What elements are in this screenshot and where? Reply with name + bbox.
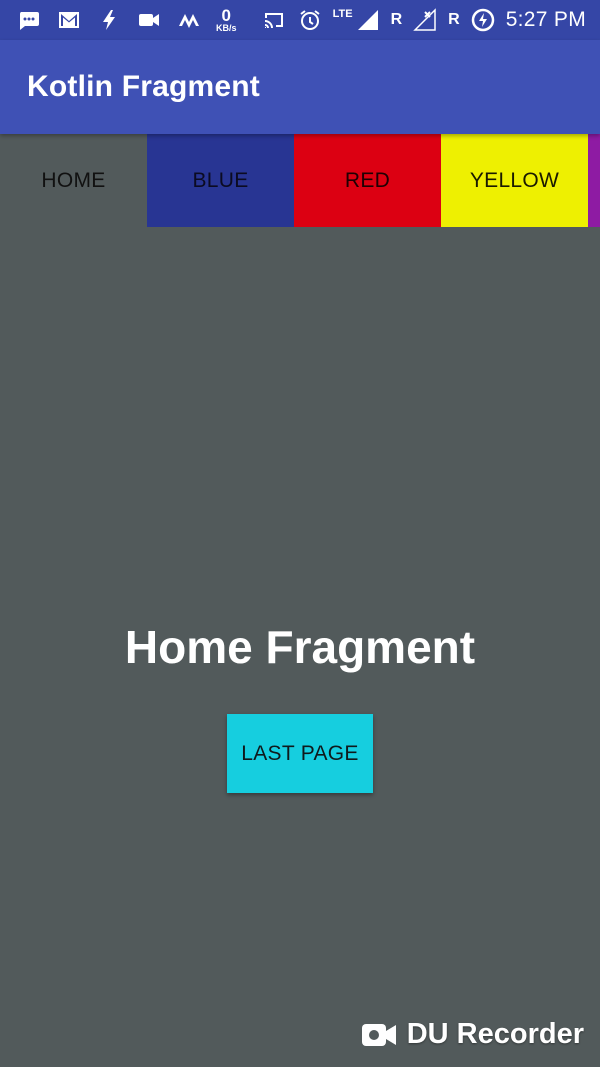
status-bar: 0 KB/s LTE R R 5:27 PM <box>0 0 600 40</box>
tab-blue[interactable]: BLUE <box>147 134 294 227</box>
flash-icon <box>96 7 122 33</box>
network-speed-value: 0 <box>221 6 231 25</box>
video-camera-icon <box>136 7 162 33</box>
app-bar: Kotlin Fragment <box>0 40 600 134</box>
network-type-label: LTE <box>332 8 353 20</box>
cast-icon <box>261 7 287 33</box>
signal-icon <box>355 7 381 33</box>
tab-purple[interactable] <box>588 134 600 227</box>
alarm-icon <box>297 7 323 33</box>
fragment-title: Home Fragment <box>124 621 476 673</box>
m-logo-icon <box>176 7 202 33</box>
battery-charging-icon <box>470 7 496 33</box>
network-speed-unit: KB/s <box>216 23 237 33</box>
chat-bubble-icon <box>16 7 42 33</box>
tab-yellow[interactable]: YELLOW <box>441 134 588 227</box>
signal-no-service-icon <box>412 7 438 33</box>
watermark-text: DU Recorder <box>406 1018 584 1050</box>
last-page-button[interactable]: LAST PAGE <box>227 714 373 793</box>
tab-home[interactable]: HOME <box>0 134 147 227</box>
tab-bar: HOME BLUE RED YELLOW <box>0 134 600 227</box>
roaming-indicator-1: R <box>390 11 403 28</box>
gmail-icon <box>56 7 82 33</box>
status-bar-left: 0 KB/s <box>0 7 237 33</box>
tab-red[interactable]: RED <box>294 134 441 227</box>
status-bar-clock: 5:27 PM <box>505 8 586 31</box>
recorder-watermark: DU Recorder <box>361 1018 584 1051</box>
roaming-indicator-2: R <box>448 11 460 28</box>
status-bar-right: LTE R R 5:27 PM <box>261 7 600 33</box>
video-camera-icon <box>361 1023 396 1046</box>
network-speed: 0 KB/s <box>216 7 237 33</box>
app-title: Kotlin Fragment <box>27 70 260 103</box>
